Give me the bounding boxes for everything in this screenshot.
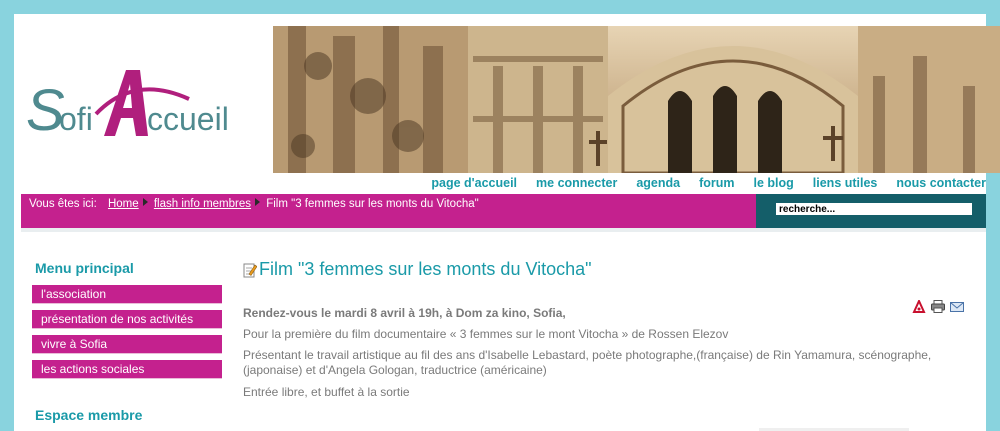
breadcrumb-current: Film "3 femmes sur les monts du Vitocha" [266, 198, 479, 210]
breadcrumb: Vous êtes ici: Home flash info membres F… [29, 198, 479, 210]
top-navigation: page d'accueil me connecter agenda forum… [273, 173, 986, 193]
article-paragraph: Présentant le travail artistique au fil … [243, 348, 932, 377]
espace-membre-title: Espace membre [35, 407, 143, 423]
svg-text:ofi: ofi [59, 101, 93, 137]
svg-text:ccueil: ccueil [147, 101, 229, 137]
nav-liens-utiles[interactable]: liens utiles [813, 173, 878, 193]
nav-nous-contacter[interactable]: nous contacter [896, 173, 986, 193]
nav-forum[interactable]: forum [699, 173, 734, 193]
search-bar [756, 194, 986, 228]
breadcrumb-arrow-icon [255, 198, 261, 206]
nav-page-accueil[interactable]: page d'accueil [431, 173, 517, 193]
article-title: Film "3 femmes sur les monts du Vitocha" [243, 259, 592, 280]
nav-me-connecter[interactable]: me connecter [536, 173, 617, 193]
divider [21, 228, 986, 232]
menu-principal-title: Menu principal [35, 260, 134, 276]
edit-icon[interactable] [243, 262, 257, 278]
search-input[interactable] [776, 203, 972, 215]
nav-le-blog[interactable]: le blog [754, 173, 794, 193]
breadcrumb-home-link[interactable]: Home [108, 198, 139, 210]
breadcrumb-bar: Vous êtes ici: Home flash info membres F… [21, 194, 756, 228]
breadcrumb-flash-info-link[interactable]: flash info membres [154, 198, 251, 210]
menu-item-actions-sociales[interactable]: les actions sociales [32, 360, 222, 379]
breadcrumb-arrow-icon [142, 198, 148, 206]
article-paragraph: Entrée libre, et buffet à la sortie [243, 385, 410, 399]
page: S ofi ccueil page d'accueil me connecter… [14, 14, 1000, 431]
article-paragraph-lead: Rendez-vous le mardi 8 avril à 19h, à Do… [243, 306, 566, 320]
menu-item-presentation[interactable]: présentation de nos activités [32, 310, 222, 329]
nav-agenda[interactable]: agenda [636, 173, 680, 193]
article-title-text: Film "3 femmes sur les monts du Vitocha" [259, 259, 592, 279]
menu-item-association[interactable]: l'association [32, 285, 222, 304]
breadcrumb-prefix: Vous êtes ici: [29, 198, 97, 210]
sofiaccueil-logo[interactable]: S ofi ccueil [24, 54, 264, 164]
header-banner-image [273, 26, 1000, 173]
article-paragraph: Pour la première du film documentaire « … [243, 327, 729, 341]
menu-item-vivre-sofia[interactable]: vivre à Sofia [32, 335, 222, 354]
